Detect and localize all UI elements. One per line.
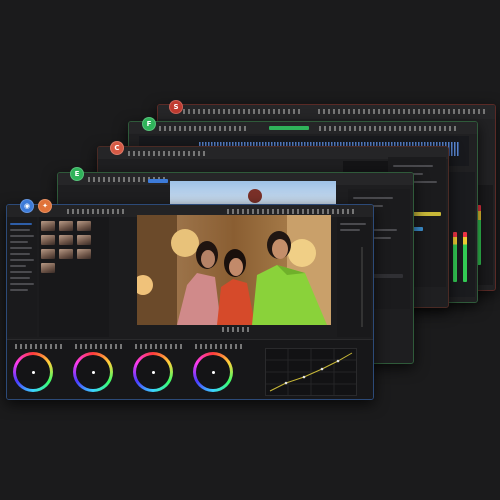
- color-viewer: [137, 215, 331, 325]
- clip-thumbnail[interactable]: [59, 221, 73, 231]
- fairlight-toolbar: [158, 105, 495, 119]
- clip-thumbnail[interactable]: [59, 235, 73, 245]
- gamma-wheel[interactable]: [73, 352, 113, 392]
- clip-thumbnail[interactable]: [59, 249, 73, 259]
- curves-panel[interactable]: [265, 348, 357, 396]
- level-meter: [453, 232, 457, 282]
- level-meter: [463, 232, 467, 282]
- gain-wheel[interactable]: [133, 352, 173, 392]
- curve-graph: [266, 349, 356, 395]
- edit-logo-icon: E: [70, 167, 84, 181]
- fusion-inspector: [447, 172, 475, 297]
- offset-wheel[interactable]: [193, 352, 233, 392]
- clip-thumbnail[interactable]: [77, 235, 91, 245]
- color-window: [6, 204, 374, 400]
- media-pool-thumbnails: [39, 217, 109, 337]
- color-side-panel: [337, 217, 371, 337]
- clip-thumbnail[interactable]: [41, 263, 55, 273]
- clip-thumbnail[interactable]: [41, 249, 55, 259]
- color-secondary-logo-icon: ✦: [38, 199, 52, 213]
- media-pool-list: [7, 217, 37, 337]
- color-bottom-panel: [7, 339, 373, 399]
- clip-thumbnail[interactable]: [77, 249, 91, 259]
- color-logo-icon: ◉: [20, 199, 34, 213]
- fusion-toolbar: [129, 122, 477, 134]
- viewer-image: [137, 215, 331, 325]
- lift-wheel[interactable]: [13, 352, 53, 392]
- fusion-logo-icon: F: [142, 117, 156, 131]
- fairlight-logo-icon: S: [169, 100, 183, 114]
- clip-thumbnail[interactable]: [77, 221, 91, 231]
- cut-logo-icon: C: [110, 141, 124, 155]
- clip-thumbnail[interactable]: [41, 221, 55, 231]
- clip-thumbnail[interactable]: [41, 235, 55, 245]
